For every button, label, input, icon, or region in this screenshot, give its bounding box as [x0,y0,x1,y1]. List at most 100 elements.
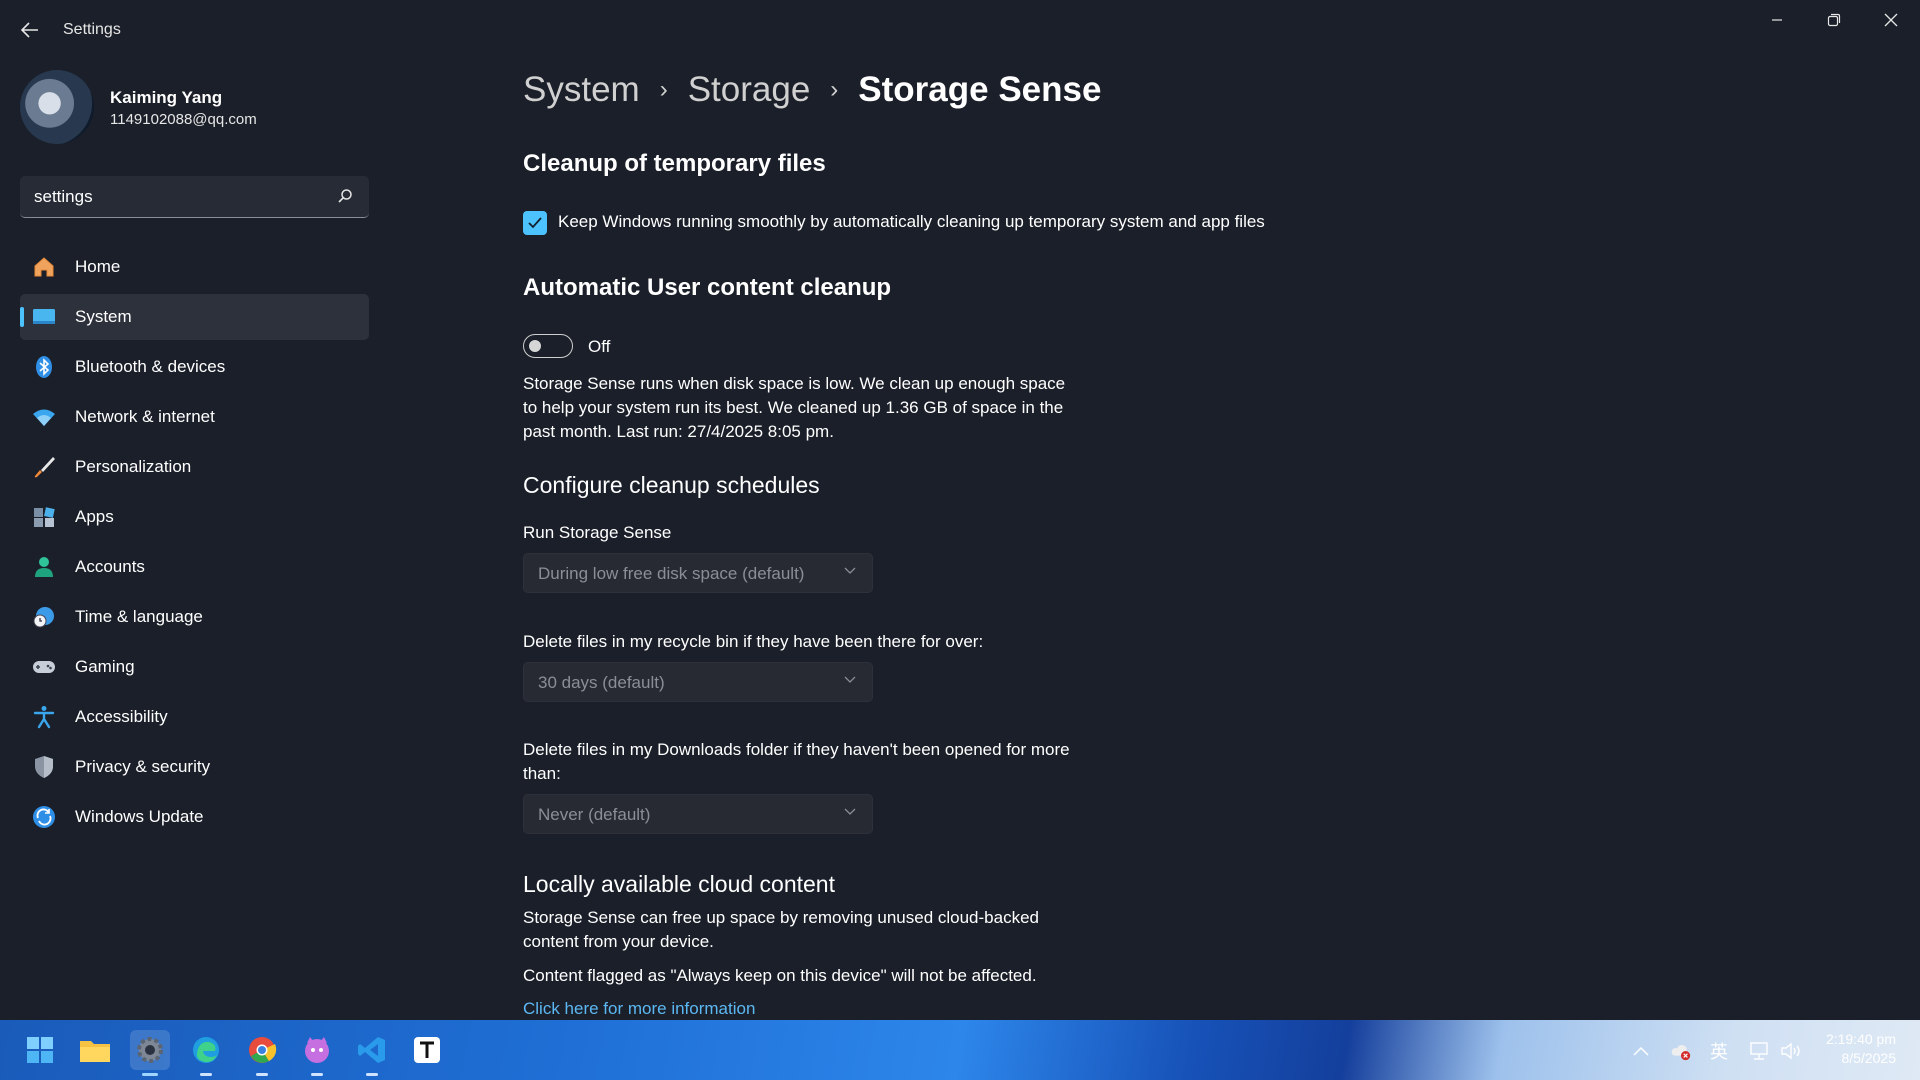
edge-icon [193,1037,219,1063]
file-explorer-button[interactable] [75,1030,115,1070]
cat-icon [305,1037,329,1063]
sidebar-item-label: Apps [75,507,114,526]
sidebar-item-personalization[interactable]: Personalization [20,444,369,490]
toggle-knob [529,340,541,352]
sidebar-item-label: Windows Update [75,807,204,826]
sidebar-item-gaming[interactable]: Gaming [20,644,369,690]
sidebar-item-accessibility[interactable]: Accessibility [20,694,369,740]
gamepad-icon [32,655,56,679]
restore-button[interactable] [1805,0,1862,40]
storage-sense-description: Storage Sense runs when disk space is lo… [523,374,1066,441]
sidebar-item-privacy-security[interactable]: Privacy & security [20,744,369,790]
dropdown-value: Never (default) [538,805,651,824]
search-icon[interactable] [337,188,353,204]
apps-icon [32,505,56,529]
keep-windows-running-checkbox[interactable] [523,211,547,235]
home-icon [32,255,56,279]
network-icon[interactable] [1748,1040,1770,1062]
sidebar-item-windows-update[interactable]: Windows Update [20,794,369,840]
active-indicator [142,1073,158,1076]
running-indicator [366,1073,378,1076]
sidebar-item-bluetooth[interactable]: Bluetooth & devices [20,344,369,390]
update-icon [32,805,56,829]
chevron-right-icon: › [830,76,839,103]
accessibility-icon [32,705,56,729]
cloud-error-icon[interactable] [1670,1040,1692,1062]
downloads-dropdown[interactable]: Never (default) [523,794,873,834]
pet-app-button[interactable] [297,1030,337,1076]
recycle-bin-label: Delete files in my recycle bin if they h… [523,632,984,651]
sidebar-item-label: Accounts [75,557,145,576]
chrome-button[interactable] [242,1030,282,1076]
profile-name: Kaiming Yang [110,88,223,107]
edge-button[interactable] [186,1030,226,1076]
settings-taskbar-button[interactable] [130,1030,170,1076]
arrow-left-icon [21,22,38,38]
checkmark-icon [528,217,542,229]
cloud-description: Storage Sense can free up space by remov… [523,908,1039,951]
sidebar-item-home[interactable]: Home [20,244,369,290]
schedules-heading: Configure cleanup schedules [523,472,820,498]
sidebar-item-network[interactable]: Network & internet [20,394,369,440]
folder-icon [80,1041,110,1062]
sidebar-item-label: Network & internet [75,407,215,426]
sidebar-item-accounts[interactable]: Accounts [20,544,369,590]
clock-date: 8/5/2025 [1841,1050,1897,1066]
breadcrumb-system[interactable]: System [523,70,640,110]
bluetooth-icon [32,355,56,379]
auto-cleanup-heading: Automatic User content cleanup [523,274,892,301]
chrome-icon [249,1037,277,1063]
monitor-icon [32,305,56,329]
chevron-down-icon [844,808,856,815]
taskbar-clock[interactable]: 2:19:40 pm 8/5/2025 [1826,1030,1896,1068]
more-info-link[interactable]: Click here for more information [523,999,755,1019]
close-button[interactable] [1862,0,1919,40]
search-value: settings [34,187,93,206]
search-input[interactable]: settings [20,176,369,218]
sidebar-item-label: Accessibility [75,707,168,726]
breadcrumb-storage[interactable]: Storage [688,70,811,110]
cloud-note: Content flagged as "Always keep on this … [523,966,1037,985]
minimize-button[interactable] [1748,0,1805,40]
running-indicator [311,1073,323,1076]
recycle-bin-dropdown[interactable]: 30 days (default) [523,662,873,702]
sidebar-item-system[interactable]: System [20,294,369,340]
close-icon [1884,13,1897,27]
shield-icon [32,755,56,779]
clock-time: 2:19:40 pm [1825,1031,1896,1047]
breadcrumb: System › Storage › Storage Sense [523,70,1101,110]
sidebar-item-label: Home [75,257,121,276]
brush-icon [32,455,56,479]
wifi-icon [32,405,56,429]
typora-button[interactable] [407,1030,447,1070]
ime-indicator[interactable]: 英 [1708,1040,1730,1062]
sidebar-item-label: Personalization [75,457,192,476]
volume-icon[interactable] [1780,1040,1802,1062]
sidebar-item-label: System [75,307,132,326]
toggle-state-label: Off [588,337,611,356]
app-title: Settings [63,21,121,38]
typora-icon [414,1037,440,1063]
back-button[interactable] [14,16,46,44]
sidebar-item-label: Gaming [75,657,135,676]
avatar[interactable] [20,70,94,144]
profile-email: 1149102088@qq.com [110,111,257,128]
auto-cleanup-toggle[interactable] [523,334,573,358]
cleanup-heading: Cleanup of temporary files [523,150,826,177]
vscode-button[interactable] [352,1030,392,1076]
chevron-down-icon [844,567,856,574]
running-indicator [256,1073,268,1076]
page-title: Storage Sense [858,70,1102,109]
sidebar-item-apps[interactable]: Apps [20,494,369,540]
title-bar: Settings [0,0,1920,60]
start-button[interactable] [20,1030,60,1070]
sidebar-item-time-language[interactable]: Time & language [20,594,369,640]
clock-globe-icon [32,605,56,629]
run-storage-sense-dropdown[interactable]: During low free disk space (default) [523,553,873,593]
chevron-up-icon[interactable] [1630,1040,1652,1062]
chevron-down-icon [844,676,856,683]
gear-icon [137,1037,163,1063]
dropdown-value: 30 days (default) [538,673,665,692]
checkbox-label: Keep Windows running smoothly by automat… [558,212,1265,231]
cloud-content-heading: Locally available cloud content [523,871,835,897]
